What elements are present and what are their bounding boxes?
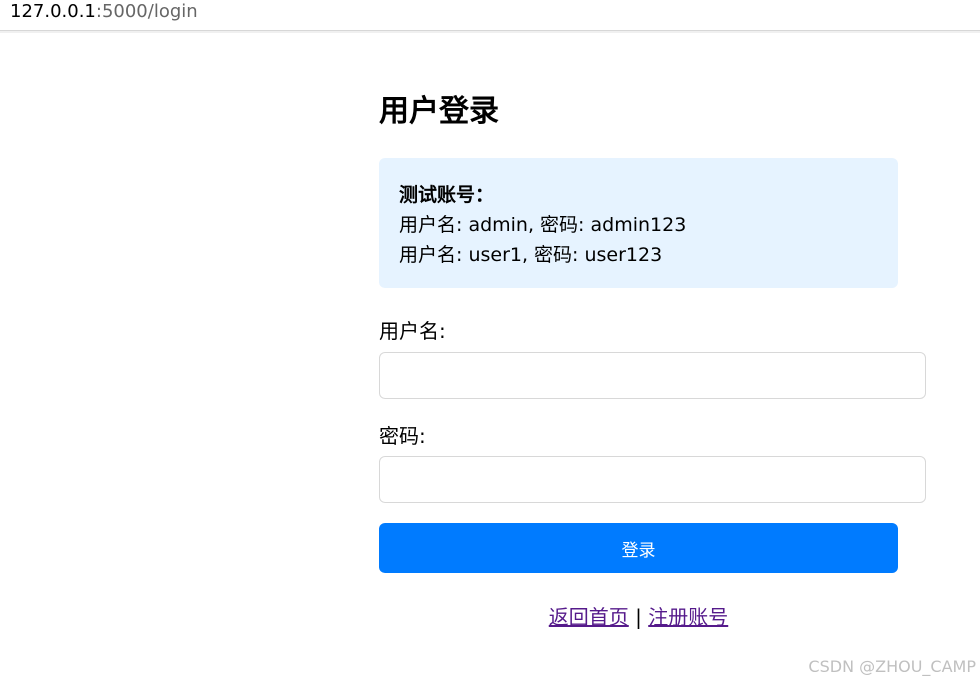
register-link[interactable]: 注册账号 <box>648 605 728 629</box>
username-label: 用户名: <box>379 319 446 343</box>
back-home-link[interactable]: 返回首页 <box>549 605 629 629</box>
page-title: 用户登录 <box>379 94 499 129</box>
footer-links: 返回首页 | 注册账号 <box>379 602 898 632</box>
watermark: CSDN @ZHOU_CAMP <box>808 657 976 676</box>
url-path: :5000/login <box>95 1 198 22</box>
test-account-user1: 用户名: user1, 密码: user123 <box>399 244 663 266</box>
login-button[interactable]: 登录 <box>379 523 898 573</box>
test-account-admin: 用户名: admin, 密码: admin123 <box>399 214 687 236</box>
url-text[interactable]: 127.0.0.1:5000/login <box>10 1 198 23</box>
username-input[interactable] <box>379 352 926 399</box>
browser-address-bar[interactable]: 127.0.0.1:5000/login <box>0 0 980 31</box>
test-accounts-box: 测试账号： 用户名: admin, 密码: admin123 用户名: user… <box>379 158 898 288</box>
url-host: 127.0.0.1 <box>10 1 96 22</box>
link-separator: | <box>635 605 642 629</box>
test-accounts-title: 测试账号： <box>399 184 495 206</box>
password-input[interactable] <box>379 456 926 503</box>
password-label: 密码: <box>379 424 426 448</box>
